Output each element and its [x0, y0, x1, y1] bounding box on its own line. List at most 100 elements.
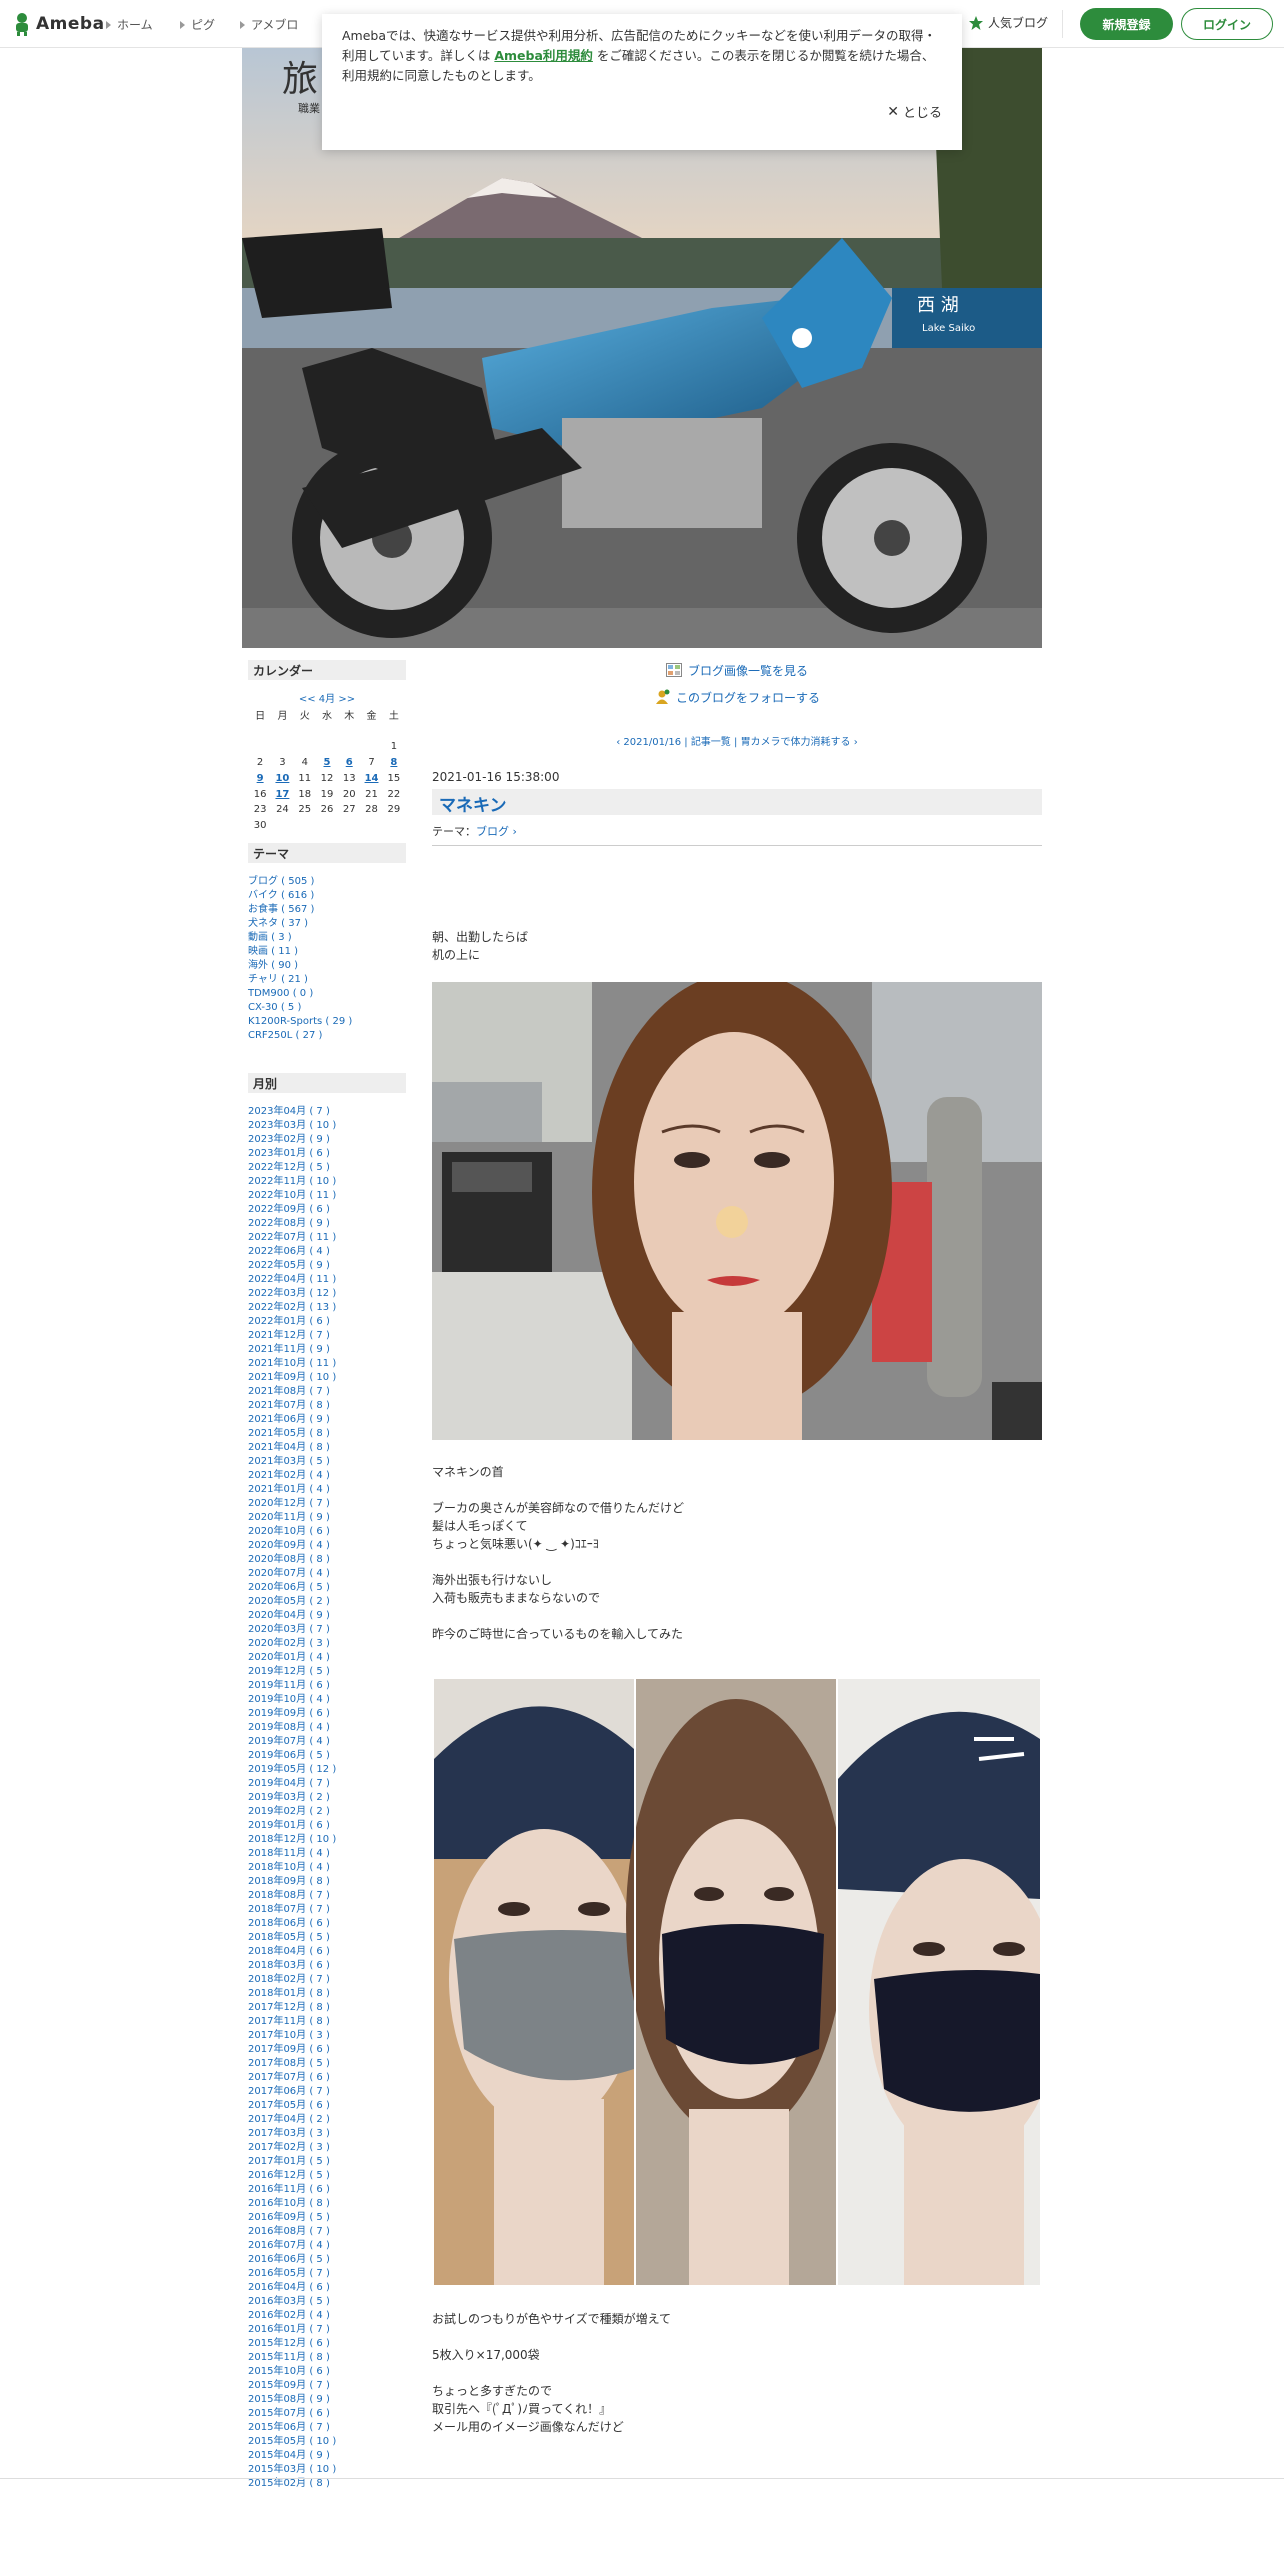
- entry-list-link[interactable]: 記事一覧: [691, 737, 731, 748]
- monthly-archive-link[interactable]: 2017年01月 ( 5 ): [248, 2155, 406, 2169]
- calendar-day-link[interactable]: 14: [361, 771, 381, 785]
- monthly-archive-link[interactable]: 2016年02月 ( 4 ): [248, 2309, 406, 2323]
- monthly-archive-link[interactable]: 2015年05月 ( 10 ): [248, 2435, 406, 2449]
- theme-link[interactable]: バイク ( 616 ): [248, 889, 406, 903]
- monthly-archive-link[interactable]: 2019年01月 ( 6 ): [248, 1819, 406, 1833]
- monthly-archive-link[interactable]: 2019年07月 ( 4 ): [248, 1735, 406, 1749]
- calendar-day-link[interactable]: 10: [272, 771, 292, 785]
- monthly-archive-link[interactable]: 2015年03月 ( 10 ): [248, 2463, 406, 2477]
- monthly-archive-link[interactable]: 2015年07月 ( 6 ): [248, 2407, 406, 2421]
- monthly-archive-link[interactable]: 2018年02月 ( 7 ): [248, 1973, 406, 1987]
- login-button[interactable]: ログイン: [1181, 8, 1273, 40]
- monthly-archive-link[interactable]: 2020年02月 ( 3 ): [248, 1637, 406, 1651]
- nav-ameblo[interactable]: アメブロ: [240, 16, 298, 33]
- monthly-archive-link[interactable]: 2022年11月 ( 10 ): [248, 1175, 406, 1189]
- calendar-day-link[interactable]: 6: [339, 756, 359, 770]
- monthly-archive-link[interactable]: 2022年01月 ( 6 ): [248, 1315, 406, 1329]
- calendar-day-link[interactable]: 8: [384, 756, 404, 770]
- monthly-archive-link[interactable]: 2018年11月 ( 4 ): [248, 1847, 406, 1861]
- monthly-archive-link[interactable]: 2015年12月 ( 6 ): [248, 2337, 406, 2351]
- monthly-archive-link[interactable]: 2021年05月 ( 8 ): [248, 1427, 406, 1441]
- monthly-archive-link[interactable]: 2017年12月 ( 8 ): [248, 2001, 406, 2015]
- calendar-day-link[interactable]: 5: [317, 756, 337, 770]
- monthly-archive-link[interactable]: 2022年10月 ( 11 ): [248, 1189, 406, 1203]
- calendar-month-nav[interactable]: << 4月 >>: [248, 690, 406, 705]
- monthly-archive-link[interactable]: 2020年06月 ( 5 ): [248, 1581, 406, 1595]
- monthly-archive-link[interactable]: 2015年11月 ( 8 ): [248, 2351, 406, 2365]
- next-entry-link[interactable]: 胃カメラで体力消耗する ›: [741, 737, 858, 748]
- monthly-archive-link[interactable]: 2018年07月 ( 7 ): [248, 1903, 406, 1917]
- monthly-archive-link[interactable]: 2018年12月 ( 10 ): [248, 1833, 406, 1847]
- follow-blog-link[interactable]: このブログをフォローする: [432, 687, 1042, 707]
- monthly-archive-link[interactable]: 2019年12月 ( 5 ): [248, 1665, 406, 1679]
- image-list-link[interactable]: ブログ画像一覧を見る: [432, 660, 1042, 680]
- monthly-archive-link[interactable]: 2015年04月 ( 9 ): [248, 2449, 406, 2463]
- monthly-archive-link[interactable]: 2017年04月 ( 2 ): [248, 2113, 406, 2127]
- calendar-day-link[interactable]: 9: [250, 771, 270, 785]
- monthly-archive-link[interactable]: 2019年09月 ( 6 ): [248, 1707, 406, 1721]
- monthly-archive-link[interactable]: 2017年10月 ( 3 ): [248, 2029, 406, 2043]
- monthly-archive-link[interactable]: 2023年03月 ( 10 ): [248, 1119, 406, 1133]
- monthly-archive-link[interactable]: 2015年08月 ( 9 ): [248, 2393, 406, 2407]
- register-button[interactable]: 新規登録: [1080, 8, 1173, 40]
- terms-link[interactable]: Ameba利用規約: [494, 48, 593, 63]
- monthly-archive-link[interactable]: 2023年02月 ( 9 ): [248, 1133, 406, 1147]
- entry-title[interactable]: マネキン: [432, 789, 1042, 816]
- monthly-archive-link[interactable]: 2018年05月 ( 5 ): [248, 1931, 406, 1945]
- monthly-archive-link[interactable]: 2016年06月 ( 5 ): [248, 2253, 406, 2267]
- theme-link[interactable]: ブログ ( 505 ): [248, 875, 406, 889]
- nav-home[interactable]: ホーム: [106, 16, 153, 33]
- popular-blogs-link[interactable]: 人気ブログ: [968, 14, 1048, 31]
- monthly-archive-link[interactable]: 2019年03月 ( 2 ): [248, 1791, 406, 1805]
- mask-collage-photo[interactable]: [434, 1679, 1040, 2285]
- monthly-archive-link[interactable]: 2020年08月 ( 8 ): [248, 1553, 406, 1567]
- monthly-archive-link[interactable]: 2019年11月 ( 6 ): [248, 1679, 406, 1693]
- nav-pigg[interactable]: ピグ: [180, 16, 215, 33]
- monthly-archive-link[interactable]: 2017年08月 ( 5 ): [248, 2057, 406, 2071]
- monthly-archive-link[interactable]: 2016年10月 ( 8 ): [248, 2197, 406, 2211]
- monthly-archive-link[interactable]: 2021年10月 ( 11 ): [248, 1357, 406, 1371]
- monthly-archive-link[interactable]: 2017年07月 ( 6 ): [248, 2071, 406, 2085]
- monthly-archive-link[interactable]: 2019年08月 ( 4 ): [248, 1721, 406, 1735]
- monthly-archive-link[interactable]: 2023年01月 ( 6 ): [248, 1147, 406, 1161]
- monthly-archive-link[interactable]: 2017年09月 ( 6 ): [248, 2043, 406, 2057]
- monthly-archive-link[interactable]: 2020年10月 ( 6 ): [248, 1525, 406, 1539]
- ameba-logo[interactable]: Ameba: [12, 12, 105, 36]
- monthly-archive-link[interactable]: 2016年05月 ( 7 ): [248, 2267, 406, 2281]
- monthly-archive-link[interactable]: 2016年07月 ( 4 ): [248, 2239, 406, 2253]
- theme-link[interactable]: K1200R-Sports ( 29 ): [248, 1015, 406, 1029]
- theme-link[interactable]: TDM900 ( 0 ): [248, 987, 406, 1001]
- monthly-archive-link[interactable]: 2022年03月 ( 12 ): [248, 1287, 406, 1301]
- monthly-archive-link[interactable]: 2022年04月 ( 11 ): [248, 1273, 406, 1287]
- theme-link[interactable]: CRF250L ( 27 ): [248, 1029, 406, 1043]
- monthly-archive-link[interactable]: 2015年02月 ( 8 ): [248, 2477, 406, 2491]
- monthly-archive-link[interactable]: 2022年06月 ( 4 ): [248, 1245, 406, 1259]
- monthly-archive-link[interactable]: 2016年01月 ( 7 ): [248, 2323, 406, 2337]
- monthly-archive-link[interactable]: 2018年01月 ( 8 ): [248, 1987, 406, 2001]
- monthly-archive-link[interactable]: 2018年04月 ( 6 ): [248, 1945, 406, 1959]
- monthly-archive-link[interactable]: 2022年07月 ( 11 ): [248, 1231, 406, 1245]
- monthly-archive-link[interactable]: 2021年12月 ( 7 ): [248, 1329, 406, 1343]
- monthly-archive-link[interactable]: 2020年01月 ( 4 ): [248, 1651, 406, 1665]
- theme-link[interactable]: 映画 ( 11 ): [248, 945, 406, 959]
- monthly-archive-link[interactable]: 2016年04月 ( 6 ): [248, 2281, 406, 2295]
- monthly-archive-link[interactable]: 2021年02月 ( 4 ): [248, 1469, 406, 1483]
- monthly-archive-link[interactable]: 2016年03月 ( 5 ): [248, 2295, 406, 2309]
- prev-entry-link[interactable]: ‹ 2021/01/16: [616, 737, 681, 748]
- entry-theme-link[interactable]: ブログ ›: [476, 825, 517, 838]
- monthly-archive-link[interactable]: 2021年04月 ( 8 ): [248, 1441, 406, 1455]
- monthly-archive-link[interactable]: 2020年09月 ( 4 ): [248, 1539, 406, 1553]
- monthly-archive-link[interactable]: 2019年06月 ( 5 ): [248, 1749, 406, 1763]
- monthly-archive-link[interactable]: 2016年09月 ( 5 ): [248, 2211, 406, 2225]
- monthly-archive-link[interactable]: 2017年02月 ( 3 ): [248, 2141, 406, 2155]
- monthly-archive-link[interactable]: 2020年11月 ( 9 ): [248, 1511, 406, 1525]
- monthly-archive-link[interactable]: 2016年11月 ( 6 ): [248, 2183, 406, 2197]
- monthly-archive-link[interactable]: 2016年12月 ( 5 ): [248, 2169, 406, 2183]
- monthly-archive-link[interactable]: 2023年04月 ( 7 ): [248, 1105, 406, 1119]
- theme-link[interactable]: 犬ネタ ( 37 ): [248, 917, 406, 931]
- monthly-archive-link[interactable]: 2019年02月 ( 2 ): [248, 1805, 406, 1819]
- monthly-archive-link[interactable]: 2022年05月 ( 9 ): [248, 1259, 406, 1273]
- theme-link[interactable]: チャリ ( 21 ): [248, 973, 406, 987]
- blog-title[interactable]: 旅: [282, 50, 318, 102]
- monthly-archive-link[interactable]: 2018年10月 ( 4 ): [248, 1861, 406, 1875]
